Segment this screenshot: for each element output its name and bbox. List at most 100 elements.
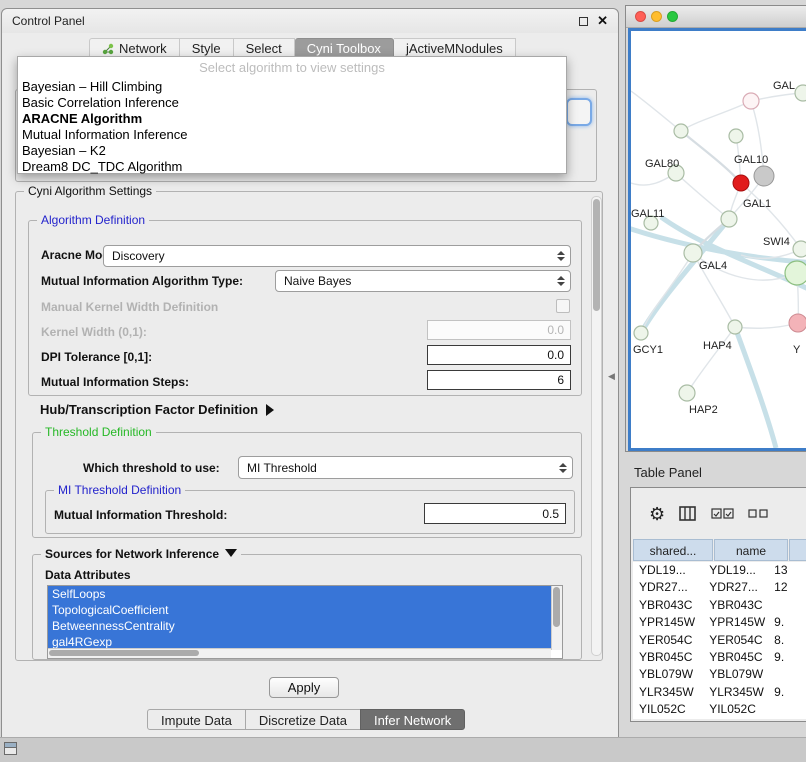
gear-icon[interactable]: ⚙ — [649, 505, 665, 523]
table-row[interactable]: YPR145WYPR145W9. — [633, 614, 806, 631]
expand-arrow-icon — [266, 404, 274, 416]
node-gal1[interactable] — [721, 211, 737, 227]
kernel-width-label: Kernel Width (0,1): — [41, 324, 147, 340]
float-window-icon[interactable] — [579, 17, 588, 26]
node-hap4[interactable] — [728, 320, 742, 334]
which-threshold-value: MI Threshold — [247, 461, 317, 475]
table-row[interactable]: YDL19...YDL19...13 — [633, 562, 806, 579]
settings-scrollbar[interactable] — [591, 196, 602, 656]
column-header-shared[interactable]: shared... — [633, 539, 713, 561]
cell: 9. — [768, 649, 806, 666]
mi-steps-field[interactable] — [427, 370, 571, 390]
column-header-name[interactable]: name — [714, 539, 788, 561]
close-icon[interactable]: ✕ — [597, 15, 608, 27]
cell: YBR043C — [703, 597, 768, 614]
table-row[interactable]: YLR345WYLR345W9. — [633, 684, 806, 701]
list-item-selected[interactable]: SelfLoops — [48, 586, 551, 602]
cell: YER054C — [633, 632, 703, 649]
list-vertical-scrollbar[interactable] — [551, 586, 562, 650]
columns-icon[interactable] — [679, 506, 697, 522]
control-panel-titlebar: Control Panel ✕ — [2, 9, 618, 33]
algorithm-settings-button[interactable] — [566, 98, 592, 126]
dropdown-option[interactable]: Bayesian – Hill Climbing — [18, 79, 566, 95]
dropdown-placeholder: Select algorithm to view settings — [18, 57, 566, 79]
dropdown-option[interactable]: Basic Correlation Inference — [18, 95, 566, 111]
cell: YDR27... — [633, 579, 703, 596]
desktop: Control Panel ✕ Network Style Select Cyn… — [0, 0, 806, 762]
collapse-arrow-icon — [225, 549, 237, 557]
list-item-selected[interactable]: TopologicalCoefficient — [48, 602, 551, 618]
tab-discretize-data[interactable]: Discretize Data — [245, 709, 361, 730]
node-gal10[interactable] — [733, 175, 749, 191]
node-swi4[interactable] — [793, 241, 806, 257]
minimized-panel-icon[interactable] — [4, 742, 17, 755]
mi-algorithm-type-select[interactable]: Naive Bayes — [275, 270, 571, 292]
network-node[interactable] — [743, 93, 759, 109]
node-label: HAP4 — [703, 340, 732, 352]
node-hap2[interactable] — [679, 385, 695, 401]
dpi-tolerance-field[interactable] — [427, 345, 571, 365]
dropdown-option[interactable]: Bayesian – K2 — [18, 143, 566, 159]
network-node[interactable] — [795, 85, 806, 101]
node-gcy1[interactable] — [634, 326, 648, 340]
table-row[interactable]: YER054CYER054C8. — [633, 632, 806, 649]
data-attributes-list[interactable]: SelfLoops TopologicalCoefficient Between… — [47, 585, 563, 659]
zoom-traffic-light-icon[interactable] — [667, 11, 678, 22]
mi-threshold-field[interactable] — [424, 503, 566, 524]
network-node[interactable] — [789, 314, 806, 332]
select-all-checkboxes-icon[interactable] — [711, 508, 734, 519]
cell: YER054C — [703, 632, 768, 649]
network-node[interactable] — [729, 129, 743, 143]
aracne-mode-select[interactable]: Discovery — [103, 245, 571, 267]
node-label: GAL10 — [734, 154, 768, 166]
clear-checkboxes-icon[interactable] — [748, 509, 769, 518]
dropdown-option[interactable]: Mutual Information Inference — [18, 127, 566, 143]
cell: 8. — [768, 632, 806, 649]
list-horizontal-scrollbar[interactable] — [48, 648, 551, 658]
network-window-titlebar[interactable] — [626, 6, 806, 28]
which-threshold-select[interactable]: MI Threshold — [238, 456, 573, 479]
scrollbar-thumb[interactable] — [49, 650, 199, 656]
table-row[interactable]: YBR045CYBR045C9. — [633, 649, 806, 666]
network-canvas[interactable]: GAL GAL80 GAL10 GAL11 GAL1 SWI4 GAL4 GCY… — [628, 28, 806, 451]
scrollbar-thumb[interactable] — [553, 587, 560, 627]
table-toolbar: ⚙ — [631, 488, 806, 539]
dropdown-option-selected[interactable]: ARACNE Algorithm — [18, 111, 566, 127]
scrollbar-thumb[interactable] — [593, 199, 600, 311]
cell: YBL079W — [703, 666, 768, 683]
table-row[interactable]: YDR27...YDR27...12 — [633, 579, 806, 596]
table-row[interactable]: YIL052CYIL052C — [633, 701, 806, 718]
network-node[interactable] — [674, 124, 688, 138]
table-body: YDL19...YDL19...13 YDR27...YDR27...12 YB… — [633, 562, 806, 719]
bottom-tabbar: Impute Data Discretize Data Infer Networ… — [147, 709, 465, 730]
cell: YDR27... — [703, 579, 768, 596]
minimize-traffic-light-icon[interactable] — [651, 11, 662, 22]
dropdown-option[interactable]: Dream8 DC_TDC Algorithm — [18, 159, 566, 175]
hub-section-toggle[interactable]: Hub/Transcription Factor Definition — [40, 402, 274, 418]
dpi-tolerance-label: DPI Tolerance [0,1]: — [41, 349, 152, 365]
algorithm-dropdown-popup: Select algorithm to view settings Bayesi… — [17, 56, 567, 174]
node-label: HAP2 — [689, 404, 718, 416]
table-row[interactable]: YBL079WYBL079W — [633, 666, 806, 683]
status-strip — [0, 737, 806, 762]
network-edge — [676, 173, 729, 219]
manual-kernel-label: Manual Kernel Width Definition — [41, 299, 218, 315]
node-label: SWI4 — [763, 236, 790, 248]
threshold-definition-group: Threshold Definition Which threshold to … — [32, 432, 582, 538]
tab-infer-network[interactable]: Infer Network — [360, 709, 465, 730]
column-header-extra[interactable] — [789, 539, 806, 561]
network-node[interactable] — [785, 261, 806, 285]
sources-title-toggle[interactable]: Sources for Network Inference — [41, 547, 241, 561]
cell: 9. — [768, 614, 806, 631]
cell: YBL079W — [633, 666, 703, 683]
close-traffic-light-icon[interactable] — [635, 11, 646, 22]
tab-impute-data[interactable]: Impute Data — [147, 709, 246, 730]
combo-stepper-icon — [557, 251, 565, 261]
network-node[interactable] — [754, 166, 774, 186]
apply-button[interactable]: Apply — [269, 677, 339, 698]
node-label: GAL — [773, 80, 795, 92]
list-item-selected[interactable]: BetweennessCentrality — [48, 618, 551, 634]
panel-collapse-handle[interactable]: ◀ — [608, 371, 615, 382]
cell: YBR043C — [633, 597, 703, 614]
table-row[interactable]: YBR043CYBR043C — [633, 597, 806, 614]
